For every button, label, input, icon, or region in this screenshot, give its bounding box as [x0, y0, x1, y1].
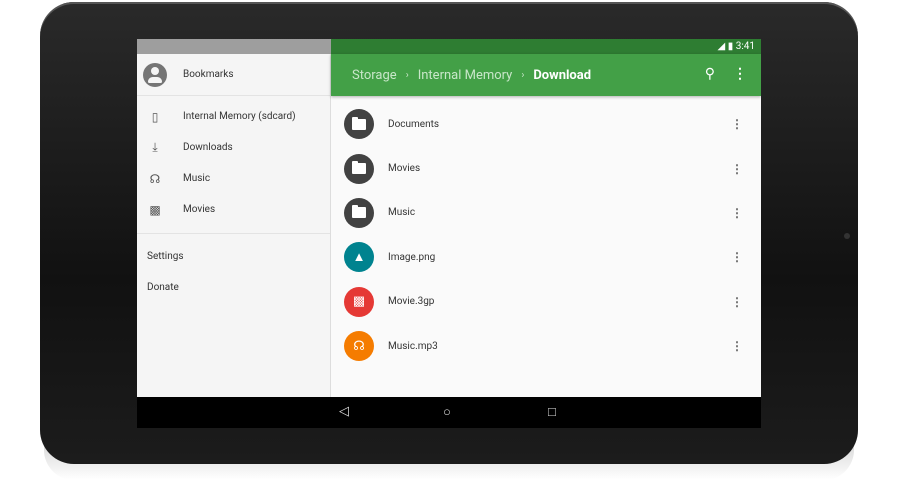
drawer-item-downloads[interactable]: ⤓ Downloads — [137, 132, 330, 163]
toolbar: Storage › Internal Memory › Download ⚲ ⋮ — [331, 54, 761, 96]
movie-icon: ▩ — [344, 286, 374, 317]
list-item[interactable]: Documents ⋮ — [331, 102, 761, 146]
list-item[interactable]: ▲ Image.png ⋮ — [331, 235, 761, 279]
chevron-right-icon: › — [405, 69, 409, 81]
more-vert-icon[interactable]: ⋮ — [731, 340, 743, 352]
download-icon: ⤓ — [152, 140, 158, 154]
drawer-header-label: Bookmarks — [183, 69, 234, 80]
movie-icon: ▩ — [149, 202, 161, 217]
chevron-right-icon: › — [521, 69, 525, 81]
headphones-icon: ☊ — [149, 171, 161, 186]
back-icon[interactable]: ◁ — [339, 404, 349, 419]
list-item[interactable]: ▩ Movie.3gp ⋮ — [331, 280, 761, 324]
home-icon[interactable]: ○ — [443, 404, 451, 420]
more-vert-icon[interactable]: ⋮ — [731, 163, 743, 175]
navigation-bar: ◁ ○ □ — [137, 397, 761, 428]
drawer-settings[interactable]: Settings — [137, 241, 330, 272]
drawer-donate[interactable]: Donate — [137, 272, 330, 303]
breadcrumb-storage[interactable]: Storage — [352, 68, 397, 83]
image-icon: ▲ — [344, 242, 374, 273]
phone-icon: ▯ — [151, 109, 159, 124]
folder-icon — [344, 153, 374, 184]
status-bar: ◢ ▮ 3:41 — [137, 39, 761, 54]
signal-icon: ◢ ▮ — [717, 41, 734, 52]
navigation-drawer: Bookmarks ▯ Internal Memory (sdcard) ⤓ Dow… — [137, 54, 331, 397]
more-vert-icon[interactable]: ⋮ — [731, 296, 743, 308]
list-item[interactable]: Movies ⋮ — [331, 146, 761, 190]
list-item[interactable]: Music ⋮ — [331, 191, 761, 235]
sensor — [844, 233, 850, 239]
folder-icon — [344, 109, 374, 140]
more-vert-icon[interactable]: ⋮ — [731, 207, 743, 219]
drawer-header[interactable]: Bookmarks — [137, 54, 330, 96]
headphones-icon: ☊ — [344, 331, 374, 362]
account-icon — [143, 62, 167, 87]
drawer-item-movies[interactable]: ▩ Movies — [137, 194, 330, 225]
search-icon[interactable]: ⚲ — [705, 66, 715, 82]
drawer-item-music[interactable]: ☊ Music — [137, 163, 330, 194]
screen: ◢ ▮ 3:41 Bookmarks ▯ Internal Memory (sdc… — [137, 39, 761, 428]
file-list: Documents ⋮ Movies ⋮ Music ⋮ ▲ Image.png ⋮ ▩ M… — [331, 102, 761, 368]
status-time: 3:41 — [735, 41, 755, 52]
more-vert-icon[interactable]: ⋮ — [733, 66, 747, 82]
breadcrumb: Storage › Internal Memory › Download — [352, 68, 591, 83]
list-item[interactable]: ☊ Music.mp3 ⋮ — [331, 324, 761, 368]
breadcrumb-internal-memory[interactable]: Internal Memory — [418, 68, 513, 83]
recents-icon[interactable]: □ — [548, 404, 556, 420]
drawer-item-internal-memory[interactable]: ▯ Internal Memory (sdcard) — [137, 101, 330, 132]
folder-icon — [344, 197, 374, 228]
more-vert-icon[interactable]: ⋮ — [731, 118, 743, 130]
breadcrumb-download[interactable]: Download — [533, 68, 591, 83]
more-vert-icon[interactable]: ⋮ — [731, 251, 743, 263]
